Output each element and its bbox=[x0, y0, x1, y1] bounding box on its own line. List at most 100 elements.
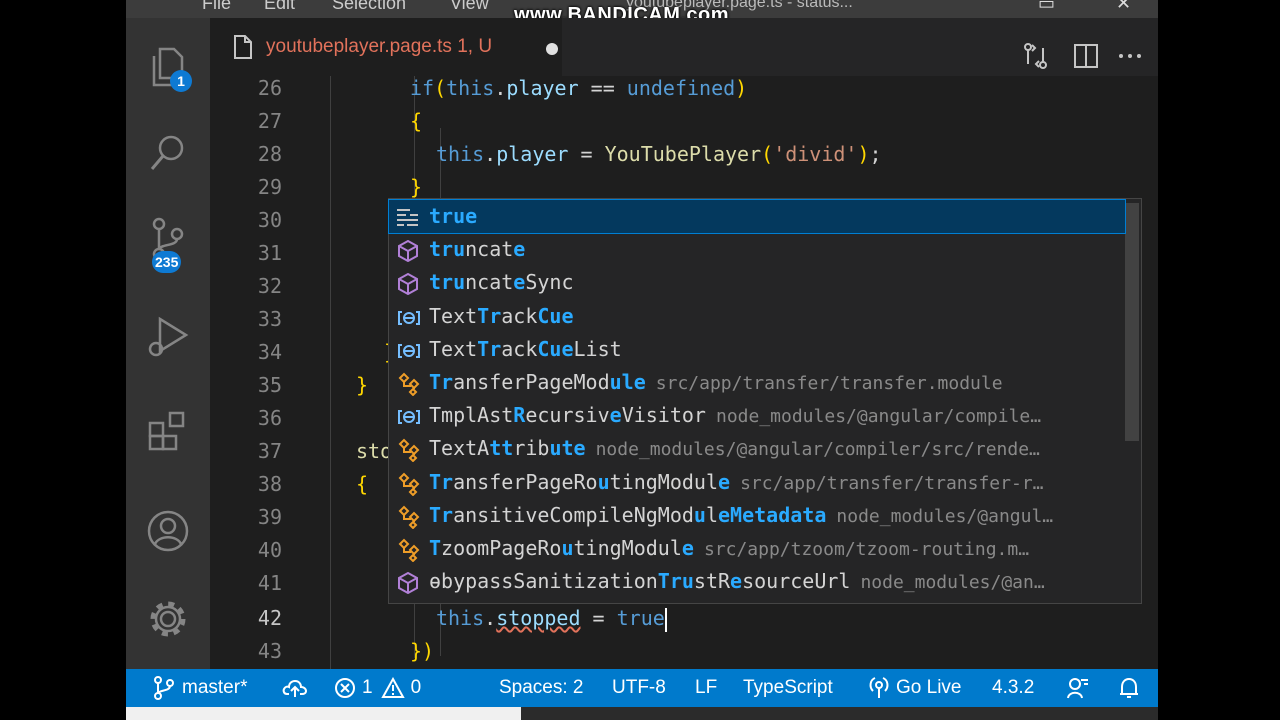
line-number: 27 bbox=[257, 109, 282, 133]
code-line: { bbox=[410, 109, 423, 133]
suggest-label: ɵbypassSanitizationTrustResourceUrl node_… bbox=[429, 569, 1045, 594]
line-number: 33 bbox=[257, 307, 282, 331]
status-bar: master* 1 0 Spaces: 2 UTF-8 LF TypeScrip… bbox=[126, 669, 1158, 707]
suggest-item[interactable]: TextTrackCue bbox=[389, 300, 1125, 333]
suggest-detail: node_modules/@angular/compiler/src/rende… bbox=[595, 439, 1040, 461]
line-number: 43 bbox=[257, 639, 282, 663]
interface-kind-icon bbox=[396, 405, 420, 427]
text-cursor bbox=[664, 607, 667, 632]
notifications-button[interactable] bbox=[1118, 669, 1140, 707]
suggest-item[interactable]: truncateSync bbox=[389, 266, 1125, 299]
feedback-person-icon bbox=[1067, 678, 1088, 699]
menu-file[interactable]: File bbox=[202, 0, 231, 12]
problems-indicator[interactable]: 1 0 bbox=[334, 669, 421, 707]
method-kind-icon bbox=[396, 272, 420, 296]
menu-selection[interactable]: Selection bbox=[332, 0, 406, 12]
suggest-detail: src/app/tzoom/tzoom-routing.m… bbox=[703, 539, 1030, 560]
sync-button[interactable] bbox=[282, 669, 308, 707]
compare-changes-icon[interactable] bbox=[1022, 42, 1050, 70]
suggest-item[interactable]: TextTrackCueList bbox=[389, 333, 1125, 366]
close-window-icon[interactable]: ✕ bbox=[1116, 0, 1131, 12]
explorer-badge: 1 bbox=[170, 70, 192, 92]
git-branch-icon bbox=[154, 676, 174, 700]
accounts-button[interactable] bbox=[126, 496, 210, 566]
line-number: 29 bbox=[257, 175, 282, 199]
suggest-item[interactable]: TransitiveCompileNgModuleMetadata node_mo… bbox=[389, 499, 1125, 532]
suggest-item[interactable]: true bbox=[388, 199, 1126, 234]
autocomplete-suggest-widget: true truncate truncateSync TextTrackCue Text… bbox=[388, 198, 1142, 604]
line-number: 41 bbox=[257, 571, 282, 595]
line-number: 39 bbox=[257, 505, 282, 529]
code-line: { bbox=[356, 472, 369, 496]
code-line: if(this.player == undefined) bbox=[410, 76, 748, 100]
menu-edit[interactable]: Edit bbox=[264, 0, 295, 12]
method-kind-icon bbox=[396, 571, 420, 595]
class-kind-icon bbox=[396, 472, 420, 497]
language-mode[interactable]: TypeScript bbox=[743, 669, 833, 707]
suggest-label: TransferPageModule src/app/transfer/trans… bbox=[429, 370, 1003, 394]
source-control-badge: 235 bbox=[152, 251, 182, 273]
method-kind-icon bbox=[396, 239, 420, 263]
suggest-label: TextAttribute node_modules/@angular/compi… bbox=[429, 436, 1040, 461]
feedback-button[interactable] bbox=[1066, 669, 1090, 707]
broadcast-icon bbox=[869, 677, 889, 698]
tab-youtubeplayer[interactable]: youtubeplayer.page.ts 1, U bbox=[210, 18, 562, 76]
suggest-item[interactable]: truncate bbox=[389, 233, 1125, 266]
branch-indicator[interactable]: master* bbox=[152, 669, 247, 707]
suggest-detail: src/app/transfer/transfer-r… bbox=[740, 472, 1044, 494]
suggest-item[interactable]: TzoomPageRoutingModule src/app/tzoom/tzoo… bbox=[389, 532, 1125, 565]
split-editor-icon[interactable] bbox=[1072, 42, 1100, 70]
search-button[interactable] bbox=[126, 118, 210, 188]
code-line-current[interactable]: this.stopped = true bbox=[436, 602, 667, 635]
encoding-setting[interactable]: UTF-8 bbox=[612, 669, 666, 707]
go-live-button[interactable]: Go Live bbox=[868, 669, 961, 707]
suggest-label: truncate bbox=[429, 237, 526, 262]
tab-label: youtubeplayer.page.ts 1, U bbox=[266, 36, 493, 57]
suggest-item[interactable]: ɵbypassSanitizationTrustResourceUrl node_… bbox=[389, 565, 1125, 598]
bell-icon bbox=[1120, 677, 1138, 698]
editor-tab-bar: youtubeplayer.page.ts 1, U bbox=[210, 18, 1158, 76]
suggest-item[interactable]: TransferPageRoutingModule src/app/transfe… bbox=[389, 466, 1125, 499]
suggest-label: true bbox=[429, 204, 478, 228]
suggest-label: TextTrackCueList bbox=[429, 336, 622, 361]
suggest-detail: src/app/transfer/transfer.module bbox=[655, 373, 1003, 394]
gear-icon bbox=[150, 601, 186, 637]
class-kind-icon bbox=[396, 538, 420, 563]
explorer-button[interactable]: 1 bbox=[126, 32, 210, 102]
suggest-scrollbar[interactable] bbox=[1125, 203, 1139, 441]
suggest-item[interactable]: TextAttribute node_modules/@angular/compi… bbox=[389, 432, 1125, 465]
maximize-icon[interactable]: ▭ bbox=[1038, 0, 1055, 12]
line-number: 35 bbox=[257, 373, 282, 397]
search-icon bbox=[150, 135, 184, 170]
suggest-label: TextTrackCue bbox=[429, 303, 574, 328]
suggest-detail: node_modules/@angul… bbox=[836, 505, 1054, 527]
menu-view[interactable]: View bbox=[450, 0, 489, 12]
suggest-item[interactable]: TransferPageModule src/app/transfer/trans… bbox=[389, 366, 1125, 399]
code-line: }) bbox=[410, 639, 435, 663]
class-kind-icon bbox=[396, 438, 420, 463]
line-number: 31 bbox=[257, 241, 282, 265]
run-debug-button[interactable] bbox=[126, 302, 210, 372]
typescript-version[interactable]: 4.3.2 bbox=[992, 669, 1034, 707]
settings-button[interactable] bbox=[126, 584, 210, 654]
indentation-setting[interactable]: Spaces: 2 bbox=[499, 669, 584, 707]
interface-kind-icon bbox=[396, 306, 420, 328]
file-icon bbox=[234, 35, 252, 59]
suggest-item[interactable]: TmplAstRecursiveVisitor node_modules/@ang… bbox=[389, 399, 1125, 432]
taskbar-search-box[interactable] bbox=[126, 707, 521, 720]
source-control-button[interactable]: 235 bbox=[126, 204, 210, 274]
line-number: 30 bbox=[257, 208, 282, 232]
account-icon bbox=[147, 510, 189, 552]
more-actions-icon[interactable] bbox=[1116, 42, 1144, 70]
line-number: 26 bbox=[257, 76, 282, 100]
eol-setting[interactable]: LF bbox=[695, 669, 717, 707]
extensions-button[interactable] bbox=[126, 396, 210, 466]
suggest-label: TmplAstRecursiveVisitor node_modules/@ang… bbox=[429, 403, 1042, 428]
suggest-label: TzoomPageRoutingModule src/app/tzoom/tzoo… bbox=[429, 536, 1030, 560]
interface-kind-icon bbox=[396, 339, 420, 361]
code-line: this.player = YouTubePlayer('divid'); bbox=[436, 142, 882, 166]
unsaved-dot-icon[interactable] bbox=[546, 43, 558, 55]
cloud-upload-icon bbox=[282, 679, 308, 697]
run-debug-icon bbox=[148, 316, 189, 357]
warning-icon bbox=[380, 677, 405, 698]
